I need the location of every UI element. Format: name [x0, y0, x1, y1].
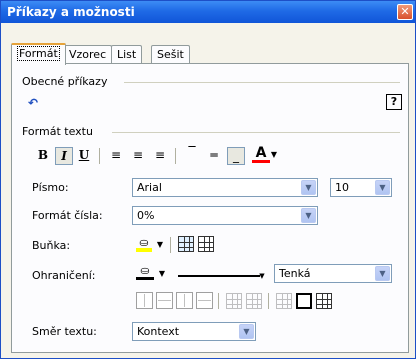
dialog-title: Příkazy a možnosti: [7, 5, 135, 19]
font-label: Písmo:: [32, 181, 69, 194]
tab-format[interactable]: Formát: [11, 43, 66, 65]
align-left-button[interactable]: ≡: [107, 147, 125, 165]
number-format-select[interactable]: 0% ▼: [132, 206, 318, 225]
chevron-down-icon[interactable]: ▼: [156, 238, 164, 252]
valign-bottom-button[interactable]: _: [227, 147, 245, 165]
number-format-label: Formát čísla:: [32, 209, 103, 222]
chevron-down-icon[interactable]: ▼: [239, 324, 254, 339]
valign-middle-button[interactable]: ═: [205, 147, 223, 165]
cell-pattern-icon[interactable]: [178, 236, 194, 252]
chevron-down-icon[interactable]: ▼: [375, 180, 390, 195]
toolbar-separator: [218, 293, 219, 309]
underline-button[interactable]: U: [75, 147, 93, 165]
border-color-icon[interactable]: ⛀: [136, 264, 154, 280]
borders-label: Ohraničení:: [32, 269, 96, 282]
border-outline-button[interactable]: [296, 293, 312, 309]
border-line-sample[interactable]: [178, 275, 260, 277]
bold-button[interactable]: B: [34, 147, 52, 165]
font-select[interactable]: Arial ▼: [132, 178, 318, 197]
chevron-down-icon[interactable]: ▼: [258, 269, 266, 283]
gridlines-icon[interactable]: [198, 236, 214, 252]
border-right-button[interactable]: [196, 292, 213, 309]
text-direction-select[interactable]: Kontext ▼: [132, 322, 256, 341]
chevron-down-icon[interactable]: ▼: [301, 180, 316, 195]
italic-button[interactable]: I: [55, 147, 73, 165]
border-inside-h-icon[interactable]: [226, 293, 242, 309]
chevron-down-icon[interactable]: ▼: [301, 208, 316, 223]
font-color-button[interactable]: A: [252, 146, 270, 163]
border-style-select[interactable]: Tenká ▼: [274, 264, 392, 283]
chevron-down-icon[interactable]: ▼: [158, 267, 166, 281]
tab-panel: Obecné příkazy ↶ ? Formát textu B I U ≡ …: [11, 63, 409, 353]
undo-icon[interactable]: ↶: [24, 96, 42, 110]
border-all-icon[interactable]: [316, 293, 332, 309]
fill-color-icon[interactable]: ⛀: [136, 236, 152, 252]
toolbar-separator: [268, 293, 269, 309]
dialog-window: Příkazy a možnosti ✕ Formát Vzorec List …: [0, 0, 416, 359]
font-size-select[interactable]: 10 ▼: [330, 178, 392, 197]
border-left-button[interactable]: [136, 292, 153, 309]
text-direction-label: Směr textu:: [32, 325, 97, 338]
section-divider: [124, 82, 400, 83]
toolbar-separator: [170, 237, 171, 253]
border-inside-v-icon[interactable]: [246, 293, 262, 309]
tab-sheet[interactable]: List: [111, 45, 143, 64]
help-icon[interactable]: ?: [386, 94, 402, 110]
tab-formula[interactable]: Vzorec: [63, 45, 113, 64]
toolbar-separator: [99, 148, 100, 164]
section-divider: [112, 132, 400, 133]
title-bar: Příkazy a možnosti ✕: [1, 1, 415, 23]
cell-label: Buňka:: [32, 239, 71, 252]
toolbar-separator: [175, 148, 176, 164]
border-bottom-button[interactable]: [176, 292, 193, 309]
align-right-button[interactable]: ≡: [151, 147, 169, 165]
border-none-icon[interactable]: [276, 293, 292, 309]
align-center-button[interactable]: ≡: [129, 147, 147, 165]
tab-workbook[interactable]: Sešit: [151, 45, 190, 64]
section-text-format-label: Formát textu: [22, 125, 93, 138]
chevron-down-icon[interactable]: ▼: [270, 148, 278, 162]
border-top-button[interactable]: [156, 292, 173, 309]
section-general-label: Obecné příkazy: [22, 75, 108, 88]
chevron-down-icon[interactable]: ▼: [375, 266, 390, 281]
close-button[interactable]: ✕: [397, 4, 413, 20]
valign-top-button[interactable]: ‾: [183, 145, 201, 163]
